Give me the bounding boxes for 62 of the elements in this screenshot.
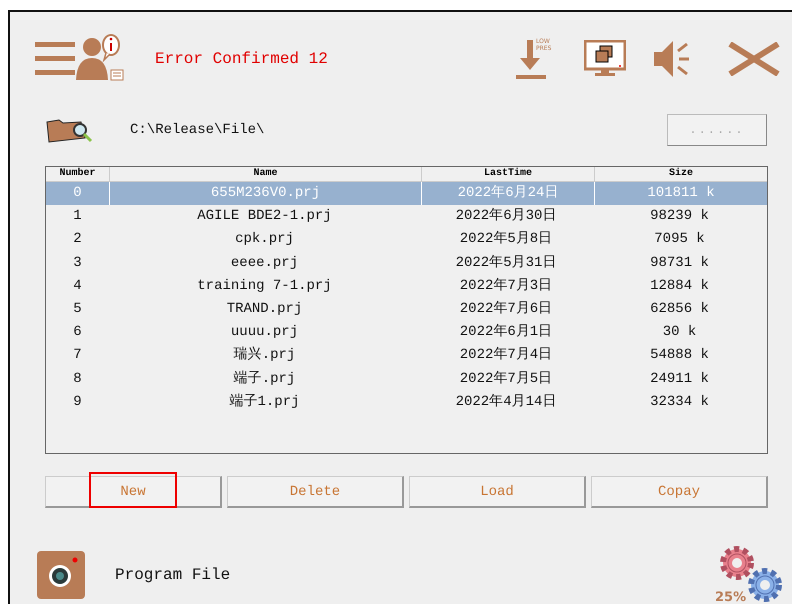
file-row[interactable]: 1 AGILE BDE2-1.prj 2022年6月30日 98239 k xyxy=(46,205,767,228)
table-cell-text: 9 xyxy=(72,392,83,412)
file-row[interactable]: 3 eeee.prj 2022年5月31日 98731 k xyxy=(46,252,767,275)
file-row[interactable]: 7 瑞兴.prj 2022年7月4日 54888 k xyxy=(46,344,767,368)
speaker-icon[interactable] xyxy=(654,39,690,79)
table-cell-text: 2022年7月5日 xyxy=(458,370,554,388)
table-cell-text: 8 xyxy=(72,370,83,388)
table-cell: 2022年6月24日 xyxy=(422,182,595,206)
table-cell-text: 12884 k xyxy=(649,276,710,296)
table-cell-text: 端子.prj xyxy=(232,370,296,388)
camera-icon[interactable] xyxy=(37,551,85,599)
table-cell-text: 2022年5月8日 xyxy=(458,230,554,250)
progress-percent: 25% xyxy=(715,590,746,604)
table-cell-text: 7 xyxy=(72,346,83,366)
file-row[interactable]: 9 端子1.prj 2022年4月14日 32334 k xyxy=(46,390,767,414)
column-header[interactable]: LastTime xyxy=(422,167,595,181)
table-cell-text: 2022年7月6日 xyxy=(458,300,554,319)
table-cell-text: eeee.prj xyxy=(230,254,300,273)
column-header[interactable]: Name xyxy=(110,167,422,181)
table-cell-text: TRAND.prj xyxy=(226,300,304,319)
page-title: Program File xyxy=(115,566,230,584)
table-cell-text: 101811 k xyxy=(646,184,716,203)
table-cell-text: 2022年5月31日 xyxy=(454,254,558,273)
monitor-icon[interactable] xyxy=(584,40,626,78)
table-cell-text: AGILE BDE2-1.prj xyxy=(196,207,333,226)
table-cell-text: 2022年7月4日 xyxy=(458,346,554,366)
table-cell-text: 2022年4月14日 xyxy=(454,392,558,412)
table-cell-text: uuuu.prj xyxy=(230,323,300,342)
column-header[interactable]: Size xyxy=(595,167,767,181)
error-message: Error Confirmed 12 xyxy=(155,50,328,68)
menu-icon[interactable] xyxy=(35,40,75,78)
column-header[interactable]: Number xyxy=(46,167,110,181)
table-cell-text: 32334 k xyxy=(649,392,710,412)
file-row[interactable]: 8 端子.prj 2022年7月5日 24911 k xyxy=(46,368,767,391)
table-cell-text: 1 xyxy=(72,207,83,226)
table-cell-text: 98731 k xyxy=(649,254,710,273)
file-row[interactable]: 5 TRAND.prj 2022年7月6日 62856 k xyxy=(46,298,767,322)
table-cell-text: 3 xyxy=(72,254,83,273)
table-cell: 0 xyxy=(46,182,110,206)
file-row[interactable]: 6 uuuu.prj 2022年6月1日 30 k xyxy=(46,321,767,344)
table-cell-text: 2022年6月1日 xyxy=(458,322,554,342)
table-cell-text: 54888 k xyxy=(649,346,710,366)
table-cell-text: cpk.prj xyxy=(234,230,295,250)
table-cell-text: 2022年7月3日 xyxy=(458,276,554,296)
file-path: C:\Release\File\ xyxy=(130,122,264,138)
table-cell-text: 瑞兴.prj xyxy=(232,346,296,366)
table-cell-text: 2 xyxy=(72,230,83,250)
table-cell-text: 30 k xyxy=(662,323,698,342)
table-cell: 655M236V0.prj xyxy=(110,182,422,206)
close-icon[interactable] xyxy=(728,42,780,76)
table-cell-text: 24911 k xyxy=(649,370,710,388)
table-cell-text: 端子1.prj xyxy=(228,392,300,412)
table-cell-text: 6 xyxy=(72,323,83,342)
table-cell-text: 62856 k xyxy=(649,300,710,319)
table-cell-text: 5 xyxy=(72,300,83,319)
file-row[interactable]: 2 cpk.prj 2022年5月8日 7095 k xyxy=(46,228,767,252)
table-cell-text: 4 xyxy=(72,276,83,296)
table-cell-text: training 7-1.prj xyxy=(196,276,333,296)
table-cell-text: 2022年6月30日 xyxy=(454,206,558,226)
table-cell-text: 98239 k xyxy=(649,207,710,226)
file-row[interactable]: 4 training 7-1.prj 2022年7月3日 12884 k xyxy=(46,274,767,298)
table-cell-text: 7095 k xyxy=(653,230,706,250)
